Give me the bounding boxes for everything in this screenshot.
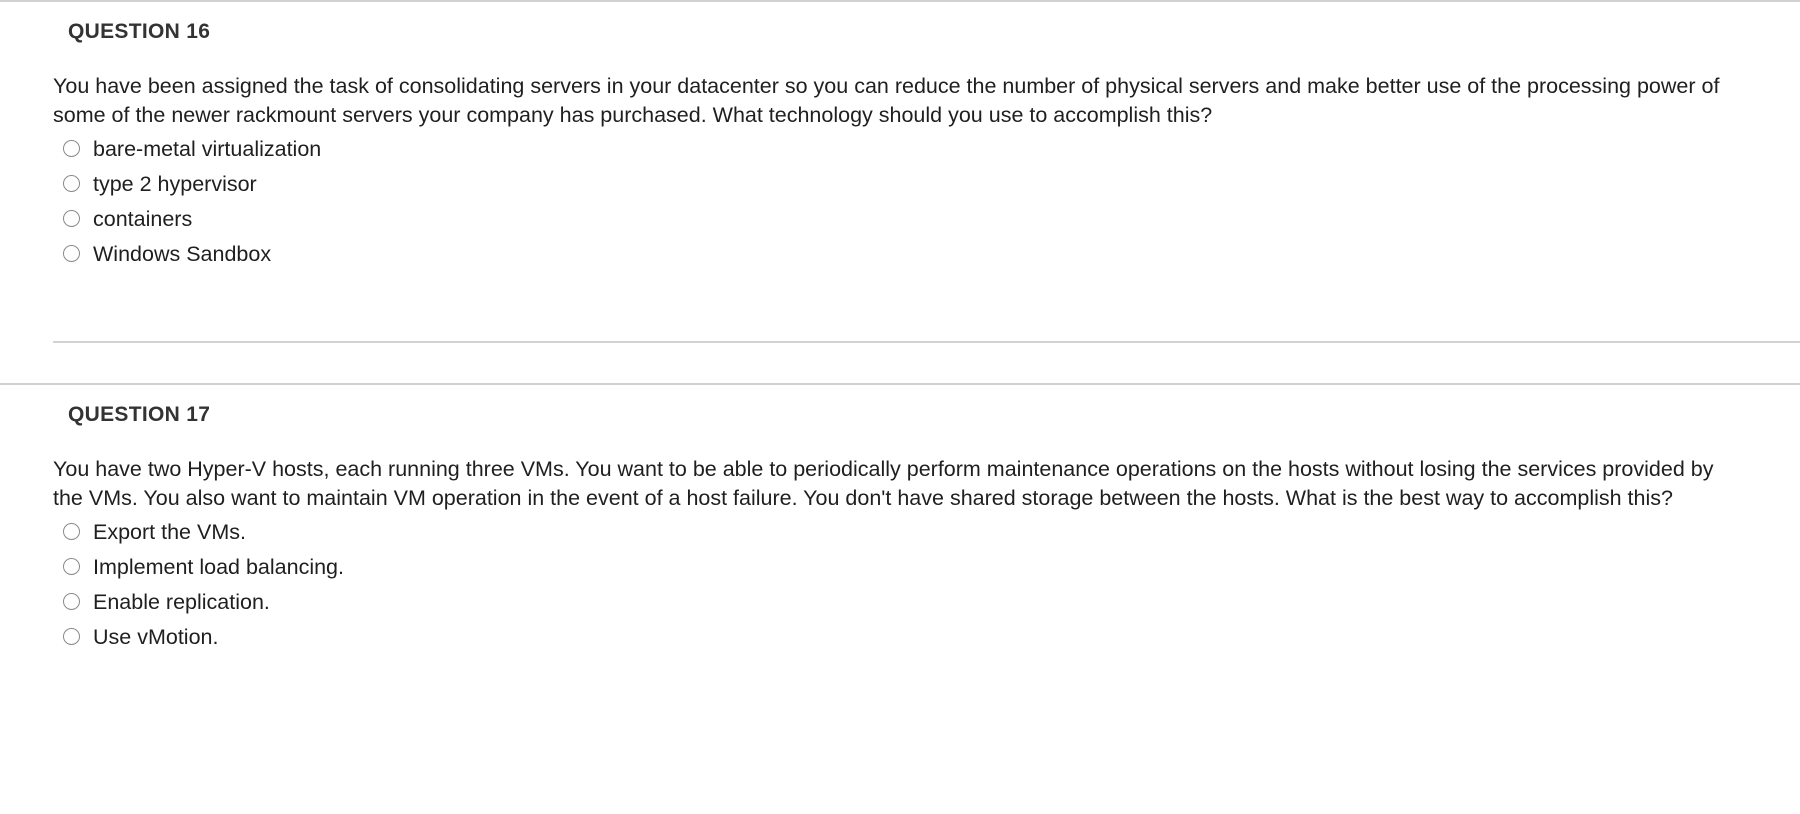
radio-button-icon[interactable] xyxy=(63,523,80,540)
question-title: QUESTION 17 xyxy=(68,403,211,426)
radio-button-icon[interactable] xyxy=(63,628,80,645)
answer-option-label: Use vMotion. xyxy=(93,624,219,649)
question-prompt: You have been assigned the task of conso… xyxy=(53,74,1720,127)
answer-option[interactable]: type 2 hypervisor xyxy=(0,166,1800,201)
radio-button-icon[interactable] xyxy=(63,175,80,192)
answer-option-label: type 2 hypervisor xyxy=(93,171,257,196)
radio-button-icon[interactable] xyxy=(63,558,80,575)
question-block-16: QUESTION 16 You have been assigned the t… xyxy=(0,2,1800,383)
answer-option-label: Enable replication. xyxy=(93,589,270,614)
quiz-page: QUESTION 16 You have been assigned the t… xyxy=(0,0,1800,814)
answer-option[interactable]: Enable replication. xyxy=(0,584,1800,619)
answer-option-label: containers xyxy=(93,206,193,231)
answer-option[interactable]: Use vMotion. xyxy=(0,619,1800,654)
radio-button-icon[interactable] xyxy=(63,140,80,157)
answer-option-label: bare-metal virtualization xyxy=(93,136,322,161)
answer-option-label: Implement load balancing. xyxy=(93,554,344,579)
answer-options-16: bare-metal virtualization type 2 hypervi… xyxy=(0,129,1800,271)
radio-button-icon[interactable] xyxy=(63,245,80,262)
question-title: QUESTION 16 xyxy=(68,20,211,43)
radio-button-icon[interactable] xyxy=(63,210,80,227)
answer-option-label: Windows Sandbox xyxy=(93,241,272,266)
radio-button-icon[interactable] xyxy=(63,593,80,610)
answer-option[interactable]: containers xyxy=(0,201,1800,236)
answer-options-17: Export the VMs. Implement load balancing… xyxy=(0,512,1800,654)
answer-option[interactable]: Implement load balancing. xyxy=(0,549,1800,584)
answer-option[interactable]: Export the VMs. xyxy=(0,514,1800,549)
answer-option-label: Export the VMs. xyxy=(93,519,246,544)
answer-option[interactable]: Windows Sandbox xyxy=(0,236,1800,271)
answer-option[interactable]: bare-metal virtualization xyxy=(0,131,1800,166)
question-prompt: You have two Hyper-V hosts, each running… xyxy=(53,457,1714,510)
question-block-17: QUESTION 17 You have two Hyper-V hosts, … xyxy=(0,385,1800,702)
